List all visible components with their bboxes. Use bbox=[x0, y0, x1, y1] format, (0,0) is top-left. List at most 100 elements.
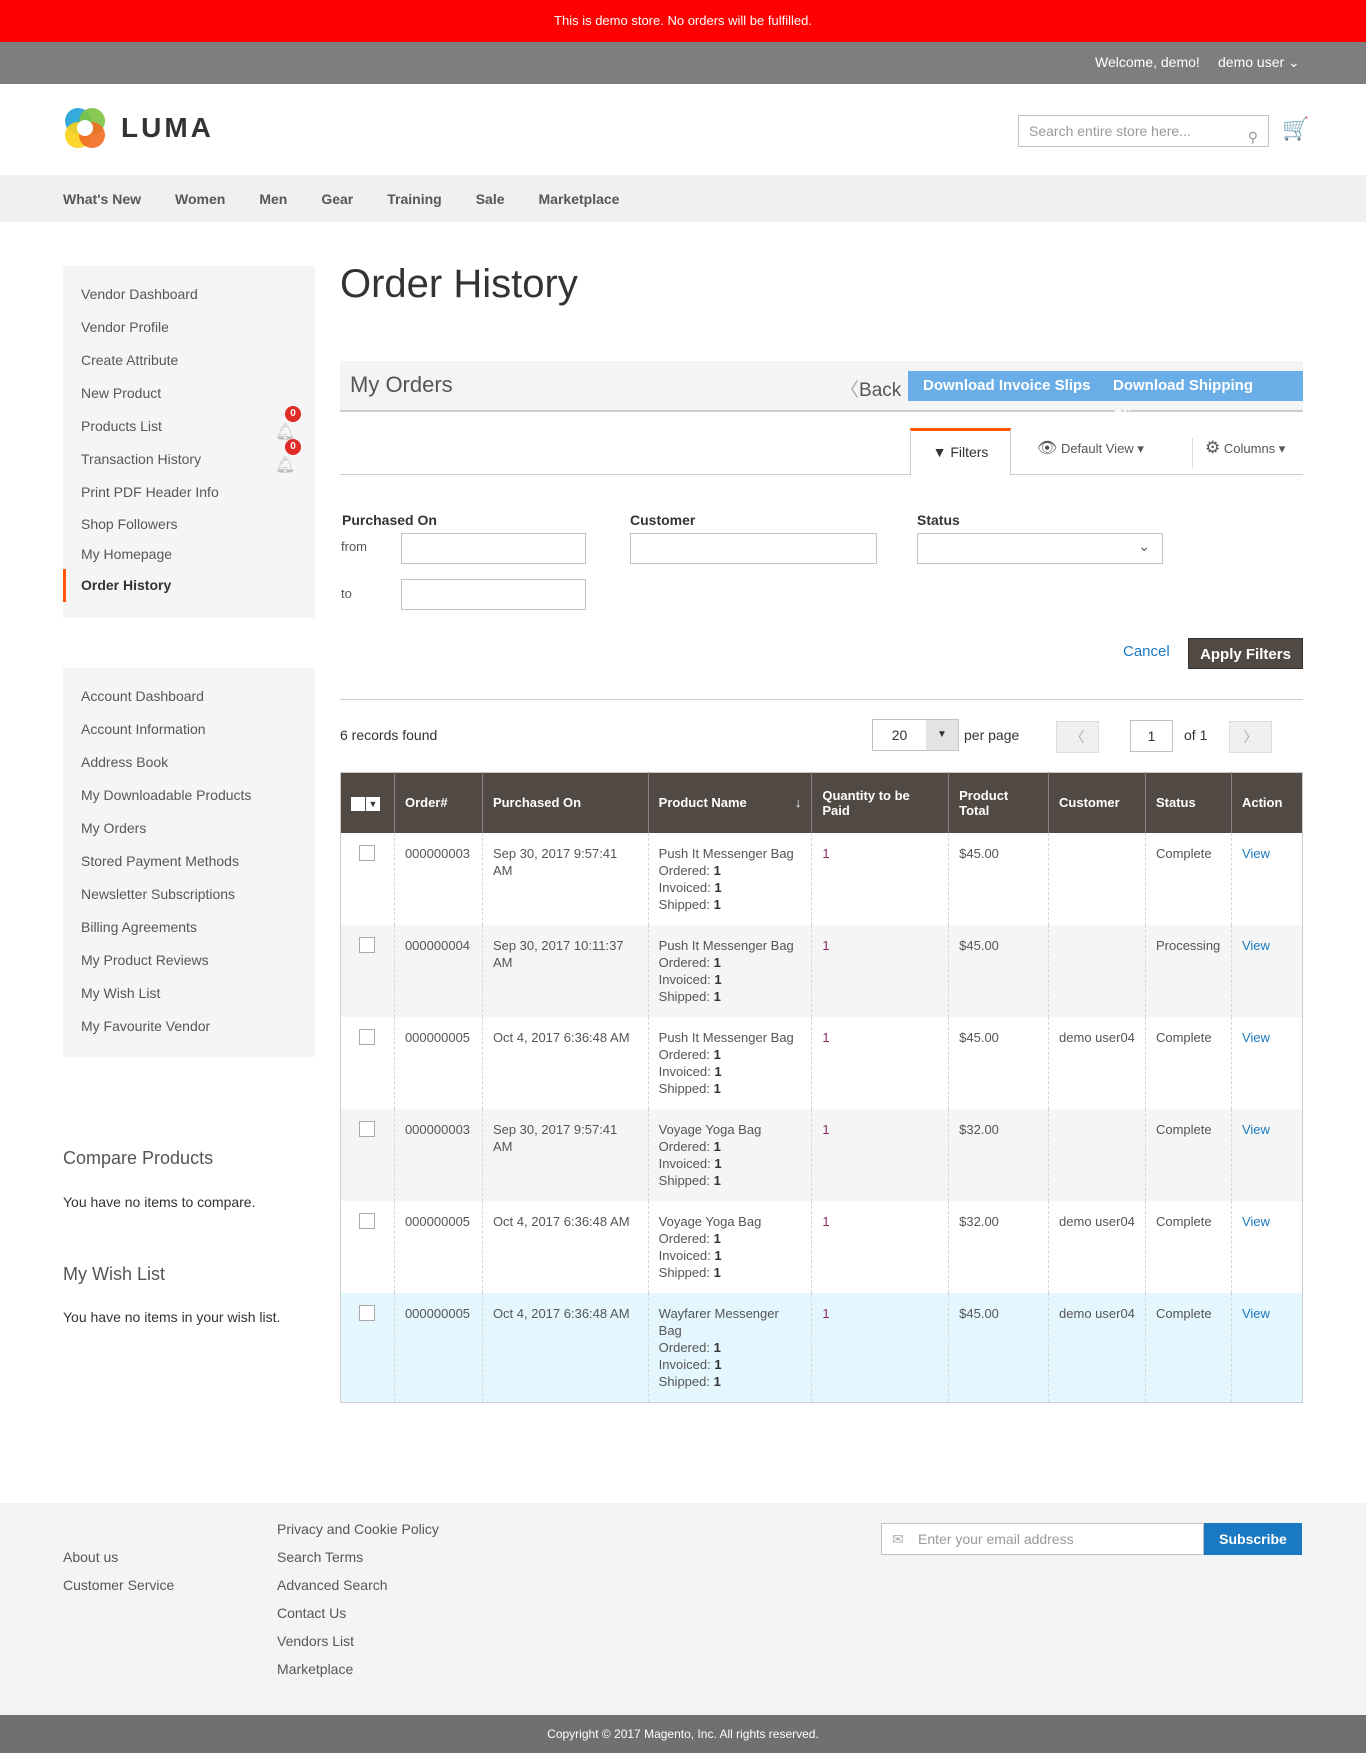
apply-filters-button[interactable]: Apply Filters bbox=[1188, 638, 1303, 669]
nav-women[interactable]: Women bbox=[175, 191, 225, 207]
date-from-input[interactable] bbox=[401, 533, 586, 564]
col-qty[interactable]: Quantity to be Paid bbox=[811, 772, 949, 833]
view-link[interactable]: View bbox=[1242, 1214, 1270, 1229]
page-input[interactable]: 1 bbox=[1130, 720, 1173, 752]
nav-sale[interactable]: Sale bbox=[476, 191, 505, 207]
default-view-dropdown[interactable]: 👁︎ Default View ▾ bbox=[1037, 438, 1144, 458]
sidebar-item-downloadable-products[interactable]: My Downloadable Products bbox=[63, 779, 315, 812]
nav-whats-new[interactable]: What's New bbox=[63, 191, 141, 207]
col-total[interactable]: Product Total bbox=[948, 772, 1049, 833]
nav-marketplace[interactable]: Marketplace bbox=[539, 191, 620, 207]
status-select[interactable]: ⌄ bbox=[917, 533, 1163, 564]
footer-link-privacy[interactable]: Privacy and Cookie Policy bbox=[277, 1515, 439, 1543]
newsletter-email-input[interactable]: ✉ Enter your email address bbox=[881, 1523, 1204, 1555]
nav-men[interactable]: Men bbox=[259, 191, 287, 207]
sidebar-item-vendor-dashboard[interactable]: Vendor Dashboard bbox=[63, 278, 315, 311]
product-name: Wayfarer Messenger Bag bbox=[658, 1305, 779, 1338]
row-checkbox[interactable] bbox=[359, 1212, 375, 1229]
col-purchased-on[interactable]: Purchased On bbox=[481, 772, 649, 833]
sidebar-item-shop-followers[interactable]: Shop Followers bbox=[63, 509, 315, 539]
view-link[interactable]: View bbox=[1242, 1306, 1270, 1321]
logo[interactable]: LUMA bbox=[63, 106, 214, 150]
footer-link-contact[interactable]: Contact Us bbox=[277, 1599, 439, 1627]
wishlist-text: You have no items in your wish list. bbox=[63, 1309, 281, 1325]
search-icon[interactable]: ⚲ bbox=[1248, 122, 1258, 152]
sidebar-item-billing-agreements[interactable]: Billing Agreements bbox=[63, 911, 315, 944]
view-link[interactable]: View bbox=[1242, 1030, 1270, 1045]
sidebar-item-create-attribute[interactable]: Create Attribute bbox=[63, 344, 315, 377]
view-link[interactable]: View bbox=[1242, 1122, 1270, 1137]
value: 1 bbox=[713, 1046, 721, 1062]
ordered-line: Ordered: 1 bbox=[659, 1339, 802, 1356]
row-checkbox[interactable] bbox=[359, 1028, 375, 1045]
next-page-button[interactable]: 〉 bbox=[1229, 721, 1272, 753]
per-page-value: 20 bbox=[891, 727, 908, 743]
sidebar-item-print-pdf-header[interactable]: Print PDF Header Info bbox=[63, 476, 315, 509]
value: 1 bbox=[713, 862, 721, 878]
columns-dropdown[interactable]: ⚙ Columns ▾ bbox=[1192, 438, 1285, 468]
status: Complete bbox=[1144, 1108, 1232, 1201]
col-product-name[interactable]: Product Name ↓ bbox=[647, 772, 812, 833]
cart-icon[interactable]: 🛒 bbox=[1282, 116, 1309, 142]
sidebar-item-newsletter[interactable]: Newsletter Subscriptions bbox=[63, 878, 315, 911]
sidebar-item-account-information[interactable]: Account Information bbox=[63, 713, 315, 746]
row-checkbox[interactable] bbox=[359, 1120, 375, 1137]
subscribe-button[interactable]: Subscribe bbox=[1204, 1523, 1302, 1555]
compare-title: Compare Products bbox=[63, 1148, 214, 1168]
sidebar-item-order-history[interactable]: Order History bbox=[63, 569, 315, 602]
qty-to-pay: 1 bbox=[811, 1200, 949, 1293]
sidebar-item-address-book[interactable]: Address Book bbox=[63, 746, 315, 779]
col-order[interactable]: Order# bbox=[393, 772, 483, 833]
footer-link-about[interactable]: About us bbox=[63, 1543, 174, 1571]
sidebar-item-new-product[interactable]: New Product bbox=[63, 377, 315, 410]
row-checkbox[interactable] bbox=[359, 936, 375, 953]
sidebar-item-my-orders[interactable]: My Orders bbox=[63, 812, 315, 845]
sort-arrow-down-icon: ↓ bbox=[794, 795, 802, 811]
view-link[interactable]: View bbox=[1242, 846, 1270, 861]
download-shipping-slips-button[interactable]: Download Shipping Slips bbox=[1098, 371, 1303, 424]
sidebar-item-my-homepage[interactable]: My Homepage bbox=[63, 539, 315, 569]
search-input[interactable]: Search entire store here... ⚲ bbox=[1018, 115, 1269, 147]
sidebar-item-account-dashboard[interactable]: Account Dashboard bbox=[63, 680, 315, 713]
sidebar-item-wish-list[interactable]: My Wish List bbox=[63, 977, 315, 1010]
date-to-input[interactable] bbox=[401, 579, 586, 610]
customer-input[interactable] bbox=[630, 533, 877, 564]
footer-link-customer-service[interactable]: Customer Service bbox=[63, 1571, 174, 1599]
user-menu[interactable]: demo user ⌄ bbox=[1218, 54, 1300, 71]
label: Shipped: bbox=[658, 1172, 714, 1188]
nav-training[interactable]: Training bbox=[387, 191, 441, 207]
product-name: Push It Messenger Bag bbox=[658, 845, 794, 861]
product-total: $45.00 bbox=[948, 1292, 1049, 1403]
sidebar-item-favourite-vendor[interactable]: My Favourite Vendor bbox=[63, 1010, 315, 1043]
action-cell: View bbox=[1230, 924, 1303, 1017]
product-name: Voyage Yoga Bag bbox=[658, 1121, 762, 1137]
luma-logo-icon bbox=[65, 108, 105, 148]
col-status[interactable]: Status bbox=[1144, 772, 1232, 833]
nav-gear[interactable]: Gear bbox=[321, 191, 353, 207]
mass-select[interactable]: ▼ bbox=[340, 772, 395, 833]
sidebar-item-vendor-profile[interactable]: Vendor Profile bbox=[63, 311, 315, 344]
filters-tab[interactable]: ▼ Filters bbox=[910, 428, 1011, 476]
row-checkbox[interactable] bbox=[359, 844, 375, 861]
cancel-button[interactable]: Cancel bbox=[1123, 643, 1170, 660]
product-name: Voyage Yoga Bag bbox=[658, 1213, 762, 1229]
table-row: 000000004 Sep 30, 2017 10:11:37 AM Push … bbox=[340, 924, 1303, 1017]
footer-link-vendors[interactable]: Vendors List bbox=[277, 1627, 439, 1655]
download-invoice-slips-button[interactable]: Download Invoice Slips bbox=[908, 371, 1106, 401]
prev-page-button[interactable]: 〈 bbox=[1056, 721, 1099, 753]
footer-link-search-terms[interactable]: Search Terms bbox=[277, 1543, 439, 1571]
product-cell: Push It Messenger Bag Ordered: 1 Invoice… bbox=[647, 1016, 812, 1109]
sidebar-item-products-list[interactable]: Products List 🔔︎ 0 bbox=[63, 406, 315, 443]
footer-link-marketplace[interactable]: Marketplace bbox=[277, 1655, 439, 1683]
sidebar-item-product-reviews[interactable]: My Product Reviews bbox=[63, 944, 315, 977]
row-checkbox[interactable] bbox=[359, 1304, 375, 1321]
sidebar-item-payment-methods[interactable]: Stored Payment Methods bbox=[63, 845, 315, 878]
per-page-select[interactable]: 20 ▼ bbox=[872, 719, 959, 751]
sidebar-item-transaction-history[interactable]: Transaction History 🔔︎ 0 bbox=[63, 439, 315, 476]
label: Invoiced: bbox=[658, 971, 715, 987]
back-button[interactable]: 〈Back bbox=[840, 375, 901, 402]
view-link[interactable]: View bbox=[1242, 938, 1270, 953]
col-customer[interactable]: Customer bbox=[1048, 772, 1146, 833]
footer-link-advanced-search[interactable]: Advanced Search bbox=[277, 1571, 439, 1599]
ordered-line: Ordered: 1 bbox=[659, 1138, 802, 1155]
